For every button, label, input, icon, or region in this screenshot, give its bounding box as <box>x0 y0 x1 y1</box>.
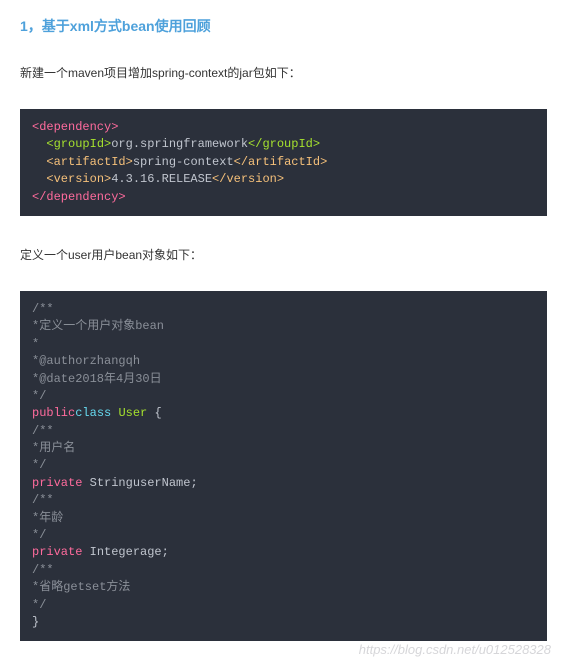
paragraph-intro-2: 定义一个user用户bean对象如下： <box>20 246 547 263</box>
java-comment: */ <box>32 598 46 612</box>
java-comment: /** <box>32 493 54 507</box>
java-comment: *@date2018年4月30日 <box>32 372 162 386</box>
java-classname: User <box>118 406 147 420</box>
java-comment: *定义一个用户对象bean <box>32 319 164 333</box>
java-comment: */ <box>32 528 46 542</box>
java-comment: */ <box>32 458 46 472</box>
java-comment: *年龄 <box>32 511 63 525</box>
java-keyword: public <box>32 406 75 420</box>
java-keyword: private <box>32 476 82 490</box>
section-heading: 1，基于xml方式bean使用回顾 <box>20 16 547 36</box>
code-block-java: /** *定义一个用户对象bean * *@authorzhangqh *@da… <box>20 291 547 641</box>
xml-tag: </version> <box>212 172 284 186</box>
java-keyword: private <box>32 545 82 559</box>
java-brace: { <box>154 406 161 420</box>
java-keyword: class <box>75 406 111 420</box>
code-block-xml: <dependency> <groupId>org.springframewor… <box>20 109 547 216</box>
java-comment: */ <box>32 389 46 403</box>
java-comment: *省略getset方法 <box>32 580 130 594</box>
xml-text: org.springframework <box>111 137 248 151</box>
xml-tag: <artifactId> <box>46 155 132 169</box>
paragraph-intro-1: 新建一个maven项目增加spring-context的jar包如下： <box>20 64 547 81</box>
xml-text: 4.3.16.RELEASE <box>111 172 212 186</box>
java-comment: * <box>32 337 39 351</box>
java-brace: } <box>32 615 39 629</box>
xml-text: spring-context <box>133 155 234 169</box>
xml-tag: <dependency> <box>32 120 118 134</box>
java-comment: /** <box>32 563 54 577</box>
xml-tag: </dependency> <box>32 190 126 204</box>
java-comment: /** <box>32 424 54 438</box>
java-field: Integerage; <box>90 545 169 559</box>
xml-tag: </groupId> <box>248 137 320 151</box>
xml-tag: </artifactId> <box>234 155 328 169</box>
java-field: StringuserName; <box>90 476 198 490</box>
watermark-text: https://blog.csdn.net/u012528328 <box>359 642 551 657</box>
java-comment: *@authorzhangqh <box>32 354 140 368</box>
xml-tag: <groupId> <box>46 137 111 151</box>
java-comment: *用户名 <box>32 441 75 455</box>
xml-tag: <version> <box>46 172 111 186</box>
java-comment: /** <box>32 302 54 316</box>
